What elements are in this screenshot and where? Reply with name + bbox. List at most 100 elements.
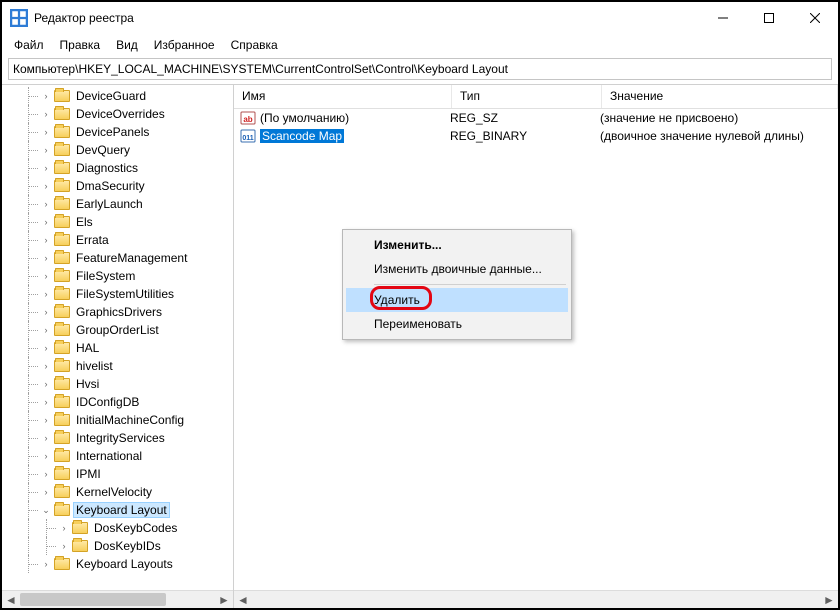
chevron-right-icon[interactable]: › [58,523,70,533]
tree-item[interactable]: ›International [2,447,233,465]
tree-item[interactable]: ›HAL [2,339,233,357]
tree-item[interactable]: › DeviceOverrides [2,105,233,123]
chevron-right-icon[interactable]: › [40,181,52,191]
tree-item[interactable]: ›KernelVelocity [2,483,233,501]
window-title: Редактор реестра [34,11,700,25]
chevron-right-icon[interactable]: › [40,397,52,407]
column-name[interactable]: Имя [234,85,452,108]
address-bar[interactable]: Компьютер\HKEY_LOCAL_MACHINE\SYSTEM\Curr… [8,58,832,80]
list-horizontal-scrollbar[interactable]: ◄ ► [234,590,838,608]
scroll-right-icon[interactable]: ► [215,591,233,608]
tree-item[interactable]: ›DeviceGuard [2,87,233,105]
tree-item-label: hivelist [74,359,115,373]
tree-item-label: DosKeybCodes [92,521,179,535]
tree-item[interactable]: ›InitialMachineConfig [2,411,233,429]
ctx-delete[interactable]: Удалить [346,288,568,312]
chevron-right-icon[interactable]: › [40,91,52,101]
maximize-button[interactable] [746,2,792,34]
scroll-thumb[interactable] [20,593,166,606]
chevron-right-icon[interactable]: › [40,307,52,317]
chevron-right-icon[interactable]: › [40,289,52,299]
folder-icon [54,558,70,570]
tree-item[interactable]: ›FeatureManagement [2,249,233,267]
chevron-right-icon[interactable]: › [40,235,52,245]
tree-item[interactable]: ›GraphicsDrivers [2,303,233,321]
chevron-right-icon[interactable]: › [40,487,52,497]
scroll-right-icon[interactable]: ► [820,591,838,608]
tree-item[interactable]: › FileSystemUtilities [2,285,233,303]
close-button[interactable] [792,2,838,34]
ctx-modify-binary[interactable]: Изменить двоичные данные... [346,257,568,281]
menu-edit[interactable]: Правка [52,36,109,54]
tree-item[interactable]: ›IDConfigDB [2,393,233,411]
ctx-modify[interactable]: Изменить... [346,233,568,257]
chevron-right-icon[interactable]: › [40,415,52,425]
titlebar: Редактор реестра [2,2,838,34]
tree-item[interactable]: ›IPMI [2,465,233,483]
tree-item-label: DeviceOverrides [74,107,167,121]
folder-icon [54,324,70,336]
chevron-right-icon[interactable]: › [40,199,52,209]
tree-item[interactable]: ›DevicePanels [2,123,233,141]
tree-item[interactable]: ›Hvsi [2,375,233,393]
chevron-right-icon[interactable]: › [40,271,52,281]
chevron-right-icon[interactable]: › [40,163,52,173]
chevron-right-icon[interactable]: › [40,325,52,335]
tree-view[interactable]: ›DeviceGuard›DeviceOverrides›DevicePanel… [2,85,233,590]
chevron-right-icon[interactable]: › [40,361,52,371]
tree-item[interactable]: › DmaSecurity [2,177,233,195]
tree-item[interactable]: ›GroupOrderList [2,321,233,339]
chevron-right-icon[interactable]: › [40,217,52,227]
chevron-right-icon[interactable]: › [58,541,70,551]
minimize-button[interactable] [700,2,746,34]
values-list[interactable]: ab(По умолчанию)REG_SZ(значение не присв… [234,109,838,590]
chevron-right-icon[interactable]: › [40,469,52,479]
menu-help[interactable]: Справка [223,36,286,54]
tree-horizontal-scrollbar[interactable]: ◄ ► [2,590,233,608]
menu-favorites[interactable]: Избранное [146,36,223,54]
tree-item[interactable]: ›DevQuery [2,141,233,159]
chevron-right-icon[interactable]: › [40,451,52,461]
chevron-right-icon[interactable]: › [40,343,52,353]
tree-item[interactable]: › DosKeybCodes [2,519,233,537]
tree-item[interactable]: ›Errata [2,231,233,249]
column-value[interactable]: Значение [602,85,838,108]
chevron-down-icon[interactable]: ⌄ [40,505,52,516]
tree-item[interactable]: › FileSystem [2,267,233,285]
chevron-right-icon[interactable]: › [40,253,52,263]
folder-icon [54,468,70,480]
tree-item-label: FileSystem [74,269,137,283]
scroll-left-icon[interactable]: ◄ [234,591,252,608]
tree-item[interactable]: ›IntegrityServices [2,429,233,447]
ctx-rename[interactable]: Переименовать [346,312,568,336]
value-row[interactable]: 011Scancode MapREG_BINARY(двоичное значе… [234,127,838,145]
scroll-left-icon[interactable]: ◄ [2,591,20,608]
tree-item[interactable]: ›Diagnostics [2,159,233,177]
value-row[interactable]: ab(По умолчанию)REG_SZ(значение не присв… [234,109,838,127]
folder-icon [54,486,70,498]
tree-item[interactable]: ⌄Keyboard Layout [2,501,233,519]
values-pane: Имя Тип Значение ab(По умолчанию)REG_SZ(… [234,85,838,608]
column-type[interactable]: Тип [452,85,602,108]
tree-item[interactable]: ›Keyboard Layouts [2,555,233,573]
folder-icon [54,198,70,210]
chevron-right-icon[interactable]: › [40,559,52,569]
value-type: REG_BINARY [450,129,600,143]
folder-icon [54,378,70,390]
chevron-right-icon[interactable]: › [40,379,52,389]
folder-icon [72,540,88,552]
chevron-right-icon[interactable]: › [40,433,52,443]
tree-item-label: DmaSecurity [74,179,147,193]
chevron-right-icon[interactable]: › [40,145,52,155]
tree-item[interactable]: ›DosKeybIDs [2,537,233,555]
menu-file[interactable]: Файл [6,36,52,54]
tree-item[interactable]: ›EarlyLaunch [2,195,233,213]
chevron-right-icon[interactable]: › [40,109,52,119]
chevron-right-icon[interactable]: › [40,127,52,137]
menu-view[interactable]: Вид [108,36,146,54]
value-name: (По умолчанию) [260,111,349,125]
tree-item[interactable]: ›Els [2,213,233,231]
tree-item-label: FileSystemUtilities [74,287,176,301]
value-data: (значение не присвоено) [600,111,838,125]
tree-item[interactable]: › hivelist [2,357,233,375]
